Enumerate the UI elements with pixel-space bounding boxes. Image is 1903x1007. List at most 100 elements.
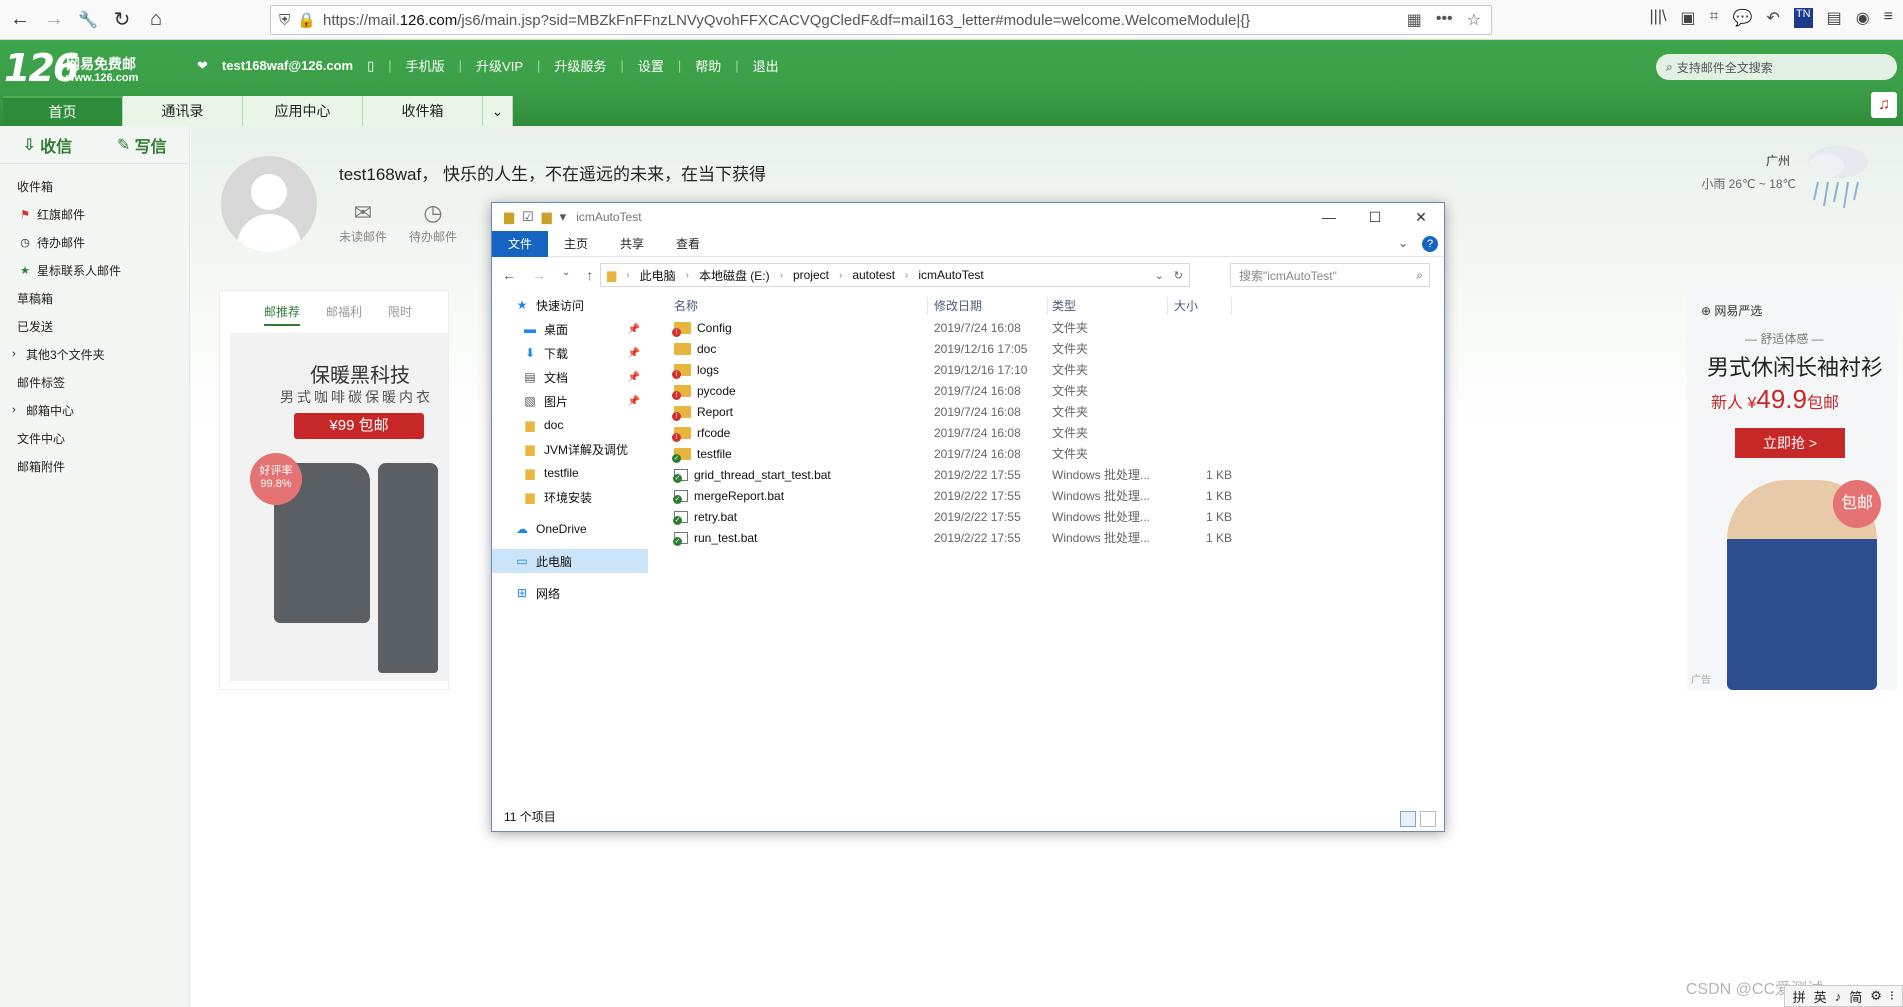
folder-todo[interactable]: ◷ 待办邮件 [0,228,189,256]
account-name[interactable]: test168waf@126.com [222,58,353,73]
quick-todo[interactable]: ◷ 待办邮件 [409,200,457,245]
large-icons-view-icon[interactable] [1420,811,1436,827]
column-date[interactable]: 修改日期 [928,296,1048,314]
file-row[interactable]: ✓ testfile 2019/7/24 16:08 文件夹 [664,443,1434,464]
screenshot-icon[interactable]: ⌗ [1710,8,1719,28]
ribbon-tab-file[interactable]: 文件 [492,230,549,257]
ribbon-tab-view[interactable]: 查看 [660,231,716,257]
tab-apps[interactable]: 应用中心 [243,96,363,126]
folder-attachments[interactable]: 邮箱附件 [0,452,189,480]
ad-price-button[interactable]: ¥99 包邮 [294,413,424,439]
tools-icon[interactable]: 🔧 [74,6,102,34]
music-icon[interactable]: ♫ [1871,92,1897,118]
properties-icon[interactable]: ☑ [522,209,534,225]
quick-unread[interactable]: ✉ 未读邮件 [339,200,387,245]
folder-mail-center[interactable]: › 邮箱中心 [0,396,189,424]
file-row[interactable]: doc 2019/12/16 17:05 文件夹 [664,338,1434,359]
tab-inbox[interactable]: 收件箱 [363,96,483,126]
ime-simplified[interactable]: 简 [1849,987,1862,1006]
column-name[interactable]: 名称 [664,296,928,314]
write-button[interactable]: ✎ 写信 [95,126,190,163]
refresh-icon[interactable]: ↻ [1174,269,1183,282]
folder-starred[interactable]: ★ 星标联系人邮件 [0,256,189,284]
nav-doc[interactable]: ▆ doc [492,413,648,437]
nav-downloads[interactable]: ⬇ 下载 📌 [492,341,648,365]
tabs-dropdown-icon[interactable]: ⌄ [483,96,513,126]
ad-thermal-underwear[interactable]: 保暖黑科技 男式咖啡碳保暖内衣 ¥99 包邮 好评率 99.8% [230,333,448,681]
qr-code-icon[interactable]: ▦ [1407,10,1422,30]
column-type[interactable]: 类型 [1048,296,1168,314]
undo-icon[interactable]: ↶ [1766,8,1779,28]
folder-tags[interactable]: 邮件标签 [0,368,189,396]
link-help[interactable]: 帮助 [695,56,721,75]
folder-inbox[interactable]: 收件箱 [0,172,189,200]
bookmark-star-icon[interactable]: ☆ [1467,10,1481,30]
back-icon[interactable]: ← [502,267,516,283]
file-row[interactable]: ! Config 2019/7/24 16:08 文件夹 [664,317,1434,338]
quick-access-dropdown-icon[interactable]: ▾ [560,209,567,225]
explorer-titlebar[interactable]: ▆ ☑ ▆ ▾ icmAutoTest — ☐ ✕ [492,203,1444,231]
folder-drafts[interactable]: 草稿箱 [0,284,189,312]
column-size[interactable]: 大小 [1168,296,1232,314]
maximize-icon[interactable]: ☐ [1352,203,1398,231]
back-icon[interactable]: ← [6,6,34,34]
sidebar-icon[interactable]: ▣ [1680,8,1695,28]
mail-search-input[interactable]: ⌕ 支持邮件全文搜索 [1656,54,1897,80]
folder-flagged[interactable]: ⚑ 红旗邮件 [0,200,189,228]
translate-icon[interactable]: TN [1793,8,1813,28]
library-icon[interactable]: |||\ [1650,8,1667,28]
file-row[interactable]: ✓ run_test.bat 2019/2/22 17:55 Windows 批处理.… [664,527,1434,548]
chat-icon[interactable]: 💬 [1733,8,1753,28]
breadcrumb-current[interactable]: icmAutoTest [918,268,983,282]
close-icon[interactable]: ✕ [1398,203,1444,231]
nav-this-pc[interactable]: ▭ 此电脑 [492,549,648,573]
folder-file-center[interactable]: 文件中心 [0,424,189,452]
file-row[interactable]: ✓ retry.bat 2019/2/22 17:55 Windows 批处理... 1… [664,506,1434,527]
ribbon-tab-home[interactable]: 主页 [548,231,604,257]
breadcrumb-project[interactable]: project [793,268,829,282]
file-row[interactable]: ✓ mergeReport.bat 2019/2/22 17:55 Windows 批… [664,485,1434,506]
reload-icon[interactable]: ↻ [108,6,136,34]
link-mobile[interactable]: 手机版 [406,56,445,75]
up-icon[interactable]: ↑ [586,267,593,283]
receive-button[interactable]: ⇩ 收信 [0,126,95,163]
nav-desktop[interactable]: ▬ 桌面 📌 [492,317,648,341]
link-vip[interactable]: 升级VIP [476,56,523,75]
expand-ribbon-icon[interactable]: ⌄ [1398,236,1408,252]
explorer-search-input[interactable]: 搜索"icmAutoTest" ⌕ [1230,263,1430,287]
link-settings[interactable]: 设置 [638,56,664,75]
nav-testfile[interactable]: ▆ testfile [492,461,648,485]
account-icon[interactable]: ◉ [1856,8,1870,28]
ad-shirt[interactable]: ⊕ 网易严选 — 舒适体感 — 男式休闲长袖衬衫 新人 ¥49.9包邮 立即抢 … [1687,290,1897,690]
breadcrumb-this-pc[interactable]: 此电脑 [640,267,676,284]
nav-network[interactable]: ⊞ 网络 [492,581,648,605]
file-row[interactable]: ! rfcode 2019/7/24 16:08 文件夹 [664,422,1434,443]
file-row[interactable]: ! logs 2019/12/16 17:10 文件夹 [664,359,1434,380]
new-folder-icon[interactable]: ▆ [542,209,552,225]
ime-english[interactable]: 英 [1814,987,1827,1006]
breadcrumb-autotest[interactable]: autotest [852,268,895,282]
forward-icon[interactable]: → [532,267,546,283]
nav-env-install[interactable]: ▆ 环境安装 [492,485,648,509]
minimize-icon[interactable]: — [1306,203,1352,231]
nav-quick-access[interactable]: ★ 快速访问 [492,293,648,317]
home-icon[interactable]: ⌂ [142,6,170,34]
nav-jvm[interactable]: ▆ JVM详解及调优 [492,437,648,461]
ribbon-tab-share[interactable]: 共享 [604,231,660,257]
ime-pinyin[interactable]: 拼 [1793,987,1806,1006]
breadcrumb-drive[interactable]: 本地磁盘 (E:) [699,267,770,284]
link-upgrade[interactable]: 升级服务 [554,56,606,75]
details-view-icon[interactable] [1400,811,1416,827]
buy-now-button[interactable]: 立即抢 > [1735,428,1845,458]
address-bar[interactable]: ▆ › 此电脑 › 本地磁盘 (E:) › project › autotest › ic… [600,263,1190,287]
file-row[interactable]: ! pycode 2019/7/24 16:08 文件夹 [664,380,1434,401]
nav-onedrive[interactable]: ☁ OneDrive [492,517,648,541]
more-icon[interactable]: ••• [1436,10,1453,30]
folder-other[interactable]: › 其他3个文件夹 [0,340,189,368]
help-icon[interactable]: ? [1422,236,1438,252]
file-row[interactable]: ! Report 2019/7/24 16:08 文件夹 [664,401,1434,422]
nav-documents[interactable]: ▤ 文档 📌 [492,365,648,389]
rec-tab-recommend[interactable]: 邮推荐 [264,303,301,326]
rec-tab-limited[interactable]: 限时 [388,303,412,326]
file-row[interactable]: ✓ grid_thread_start_test.bat 2019/2/22 17:… [664,464,1434,485]
